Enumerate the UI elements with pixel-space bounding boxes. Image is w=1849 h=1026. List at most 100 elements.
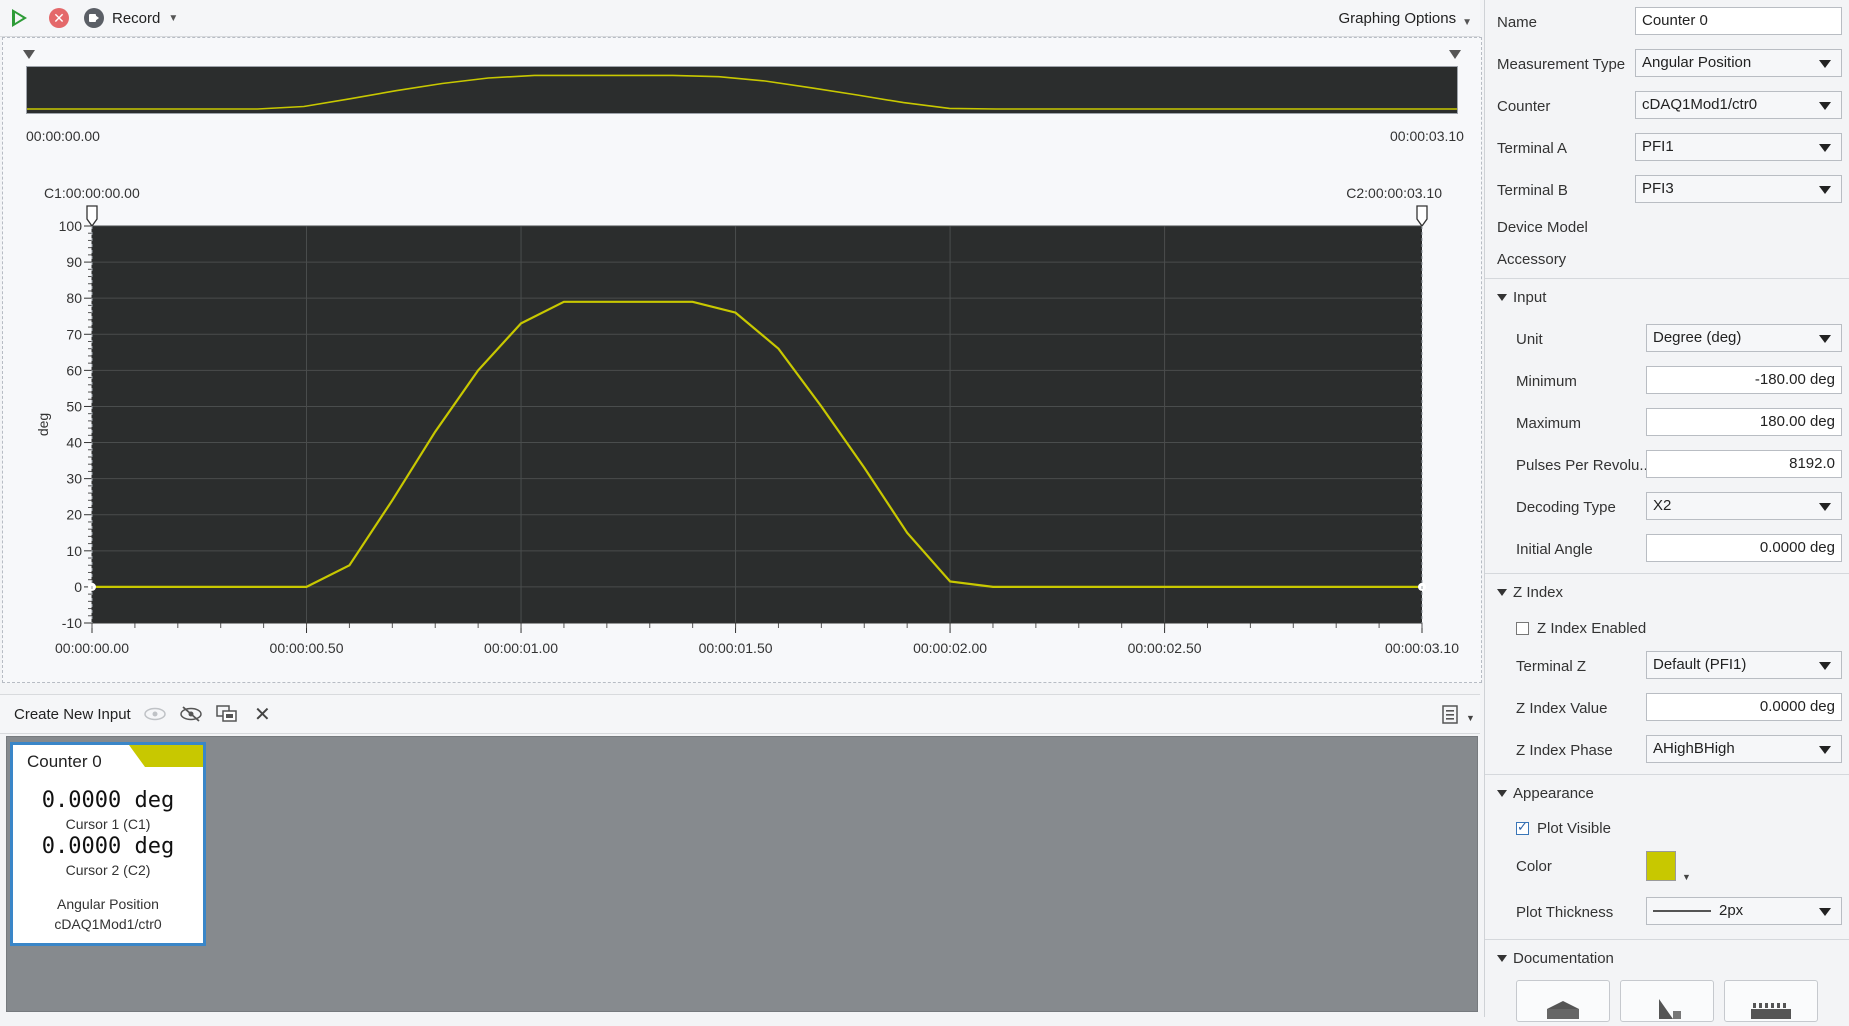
hide-icon[interactable] [180, 705, 202, 723]
y-tick-label: 90 [66, 254, 82, 270]
chevron-down-icon: ▼ [1462, 16, 1472, 28]
play-icon [12, 9, 27, 27]
initial-angle-input[interactable]: 0.0000 deg [1646, 534, 1842, 562]
initial-angle-label: Initial Angle [1516, 541, 1593, 558]
x-tick-label: 00:00:01.00 [484, 640, 558, 656]
cursor-handle-icon [86, 205, 98, 228]
overview-plot [27, 74, 1457, 110]
y-tick-label: 10 [66, 543, 82, 559]
z-index-phase-label: Z Index Phase [1516, 742, 1613, 759]
chevron-down-icon[interactable]: ▼ [1466, 713, 1475, 723]
maximum-input[interactable]: 180.00 deg [1646, 408, 1842, 436]
z-index-phase-select[interactable]: AHighBHigh [1646, 735, 1842, 763]
name-input[interactable]: Counter 0 [1635, 7, 1842, 35]
device-model-label: Device Model [1497, 219, 1588, 236]
minimum-input[interactable]: -180.00 deg [1646, 366, 1842, 394]
pinout-icon [1659, 999, 1681, 1019]
terminal-b-label: Terminal B [1497, 182, 1568, 199]
collapse-icon [1497, 790, 1507, 797]
minimum-label: Minimum [1516, 373, 1577, 390]
unit-select[interactable]: Degree (deg) [1646, 324, 1842, 352]
measurement-type-select[interactable]: Angular Position [1635, 49, 1842, 77]
y-tick-label: 30 [66, 471, 82, 487]
device-icon [1547, 1001, 1579, 1019]
card-title: Counter 0 [27, 752, 102, 771]
z-index-enabled-checkbox[interactable] [1516, 622, 1529, 635]
terminal-b-select[interactable]: PFI3 [1635, 175, 1842, 203]
plot-thickness-value: 2px [1719, 902, 1744, 919]
toolbar: ✕ Record ▼ Graphing Options ▼ [0, 0, 1480, 37]
decoding-type-select[interactable]: X2 [1646, 492, 1842, 520]
card-color-tab [129, 745, 203, 767]
show-icon[interactable] [144, 706, 166, 722]
x-tick-label: 00:00:00.50 [270, 640, 344, 656]
report-icon[interactable] [1442, 705, 1460, 725]
z-index-section-header[interactable]: Z Index [1485, 573, 1849, 610]
cursor1-label: Cursor 1 (C1) [65, 816, 151, 832]
cursor2-value: 0.0000 deg [41, 834, 175, 859]
plot-visible-checkbox[interactable] [1516, 819, 1529, 835]
pulses-per-revolution-input[interactable]: 8192.0 [1646, 450, 1842, 478]
inputs-toolbar: Create New Input ✕ ▼ [0, 694, 1480, 734]
doc-pinout-button[interactable] [1620, 980, 1714, 1022]
overview-series-line [27, 74, 1457, 110]
y-tick-label: 100 [59, 218, 83, 234]
y-tick-label: 60 [66, 362, 82, 378]
input-section-label: Input [1513, 289, 1547, 306]
y-tick-label: 50 [66, 398, 82, 414]
inputs-area [6, 736, 1478, 1012]
collapse-icon [1497, 294, 1507, 301]
line-sample-icon [1653, 910, 1711, 912]
overview-start-time: 00:00:00.00 [26, 128, 100, 144]
cursor1-value: 0.0000 deg [41, 788, 175, 813]
duplicate-icon[interactable] [216, 705, 238, 723]
overview-start-marker-icon[interactable] [23, 50, 35, 59]
terminal-a-select[interactable]: PFI1 [1635, 133, 1842, 161]
terminal-a-label: Terminal A [1497, 140, 1568, 157]
create-new-input-button[interactable]: Create New Input [14, 706, 131, 723]
plot-area [92, 226, 1422, 623]
doc-device-button[interactable] [1516, 980, 1610, 1022]
overview-strip[interactable] [26, 66, 1458, 114]
stop-icon: ✕ [49, 8, 69, 28]
overview-end-time: 00:00:03.10 [1390, 128, 1464, 144]
x-tick-label: 00:00:02.00 [913, 640, 987, 656]
stop-button[interactable]: ✕ [49, 6, 69, 30]
x-tick-label: 00:00:00.00 [55, 640, 129, 656]
graphing-options-button[interactable]: Graphing Options ▼ [1339, 6, 1472, 30]
input-card-counter-0[interactable]: Counter 0 0.0000 deg Cursor 1 (C1) 0.000… [10, 742, 206, 946]
y-tick-label: 0 [74, 579, 82, 595]
run-button[interactable] [12, 6, 27, 30]
graphing-options-label: Graphing Options [1338, 9, 1457, 27]
appearance-section-label: Appearance [1513, 785, 1594, 802]
pulses-per-revolution-label: Pulses Per Revolu... [1516, 457, 1652, 474]
z-index-value-input[interactable]: 0.0000 deg [1646, 693, 1842, 721]
overview-end-marker-icon[interactable] [1449, 50, 1461, 59]
prop-row-name: Name Counter 0 [1485, 0, 1849, 42]
input-section-header[interactable]: Input [1485, 278, 1849, 315]
terminal-z-label: Terminal Z [1516, 658, 1587, 675]
unit-label: Unit [1516, 331, 1543, 348]
counter-label: Counter [1497, 98, 1551, 115]
name-label: Name [1497, 14, 1538, 31]
record-button[interactable]: Record ▼ [84, 6, 178, 30]
appearance-section-header[interactable]: Appearance [1485, 774, 1849, 811]
documentation-section-header[interactable]: Documentation [1485, 939, 1849, 976]
main-chart[interactable]: 1009080706050403020100-1000:00:00.00 00:0… [0, 180, 1480, 680]
terminal-z-select[interactable]: Default (PFI1) [1646, 651, 1842, 679]
record-label: Record [112, 9, 161, 27]
delete-icon[interactable]: ✕ [254, 702, 271, 727]
plot-thickness-select[interactable]: 2px [1646, 897, 1842, 925]
chevron-down-icon[interactable]: ▼ [1682, 872, 1691, 882]
card-measurement-type: Angular Position [57, 896, 159, 912]
card-channel: cDAQ1Mod1/ctr0 [54, 916, 162, 932]
collapse-icon [1497, 955, 1507, 962]
record-icon [84, 8, 104, 28]
doc-connector-button[interactable] [1724, 980, 1818, 1022]
y-tick-label: 40 [66, 435, 82, 451]
counter-select[interactable]: cDAQ1Mod1/ctr0 [1635, 91, 1842, 119]
y-tick-label: -10 [62, 615, 82, 631]
color-picker[interactable] [1646, 851, 1676, 881]
x-tick-label: 00:00:03.10 [1385, 640, 1459, 656]
cursor2-label: Cursor 2 (C2) [65, 862, 151, 878]
